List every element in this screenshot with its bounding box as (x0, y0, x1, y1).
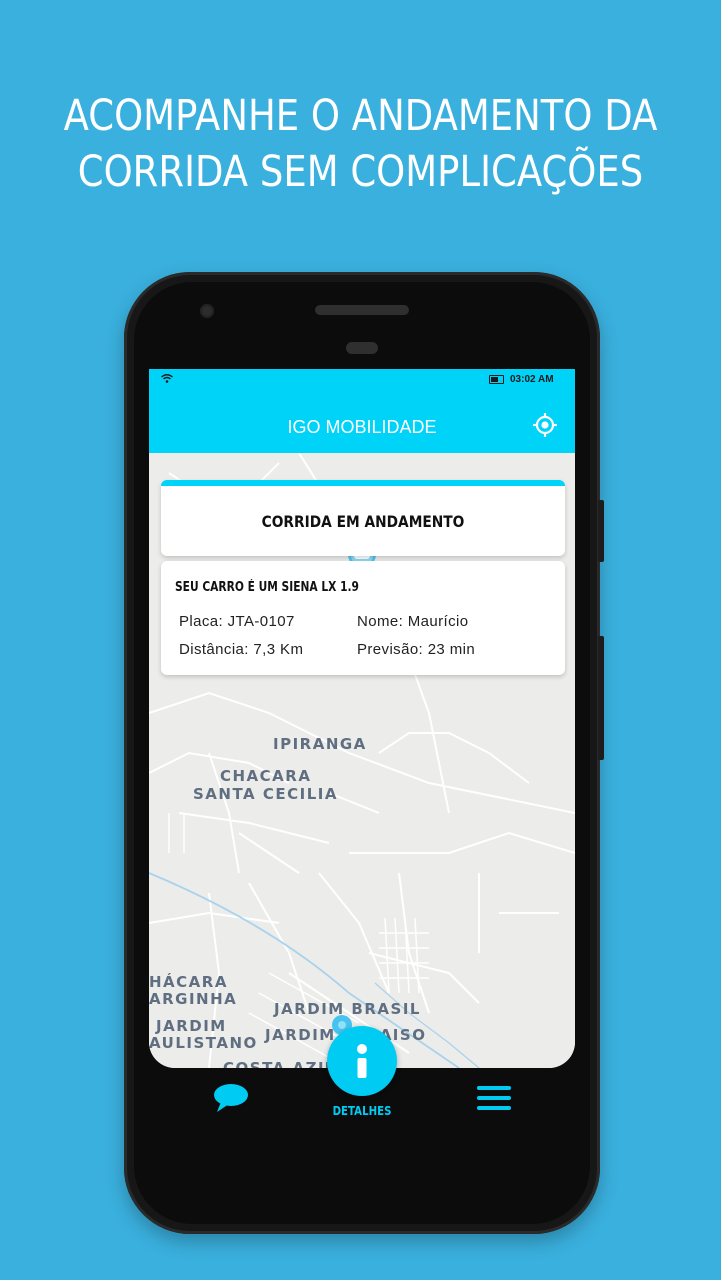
ride-info-card: SEU CARRO É UM SIENA LX 1.9 Placa: JTA-0… (161, 561, 565, 675)
info-icon (357, 1044, 367, 1078)
map-label-ipiranga: IPIRANGA (273, 735, 367, 753)
power-button (598, 500, 604, 562)
app-screen: 03:02 AM IGO MOBILIDADE IPIRANGA CHACARA… (149, 369, 575, 1068)
driver-name-text: Nome: Maurício (357, 613, 469, 630)
map-label-margarinha: ARGINHA (149, 990, 238, 1008)
app-bar: IGO MOBILIDADE (149, 391, 575, 453)
wifi-icon (161, 374, 173, 383)
ride-status-card: CORRIDA EM ANDAMENTO (161, 480, 565, 556)
eta-text: Previsão: 23 min (357, 641, 476, 658)
earpiece-speaker (315, 305, 409, 315)
promo-headline: ACOMPANHE O ANDAMENTO DA CORRIDA SEM COM… (50, 88, 670, 200)
headline-line-2: CORRIDA SEM COMPLICAÇÕES (77, 147, 644, 197)
app-title: IGO MOBILIDADE (287, 417, 437, 437)
car-description: SEU CARRO É UM SIENA LX 1.9 (175, 580, 359, 595)
status-bar: 03:02 AM (149, 369, 575, 391)
map-label-chacara: CHACARA (220, 767, 312, 785)
distance-text: Distância: 7,3 Km (179, 641, 304, 658)
ride-status-text: CORRIDA EM ANDAMENTO (261, 512, 465, 531)
status-time: 03:02 AM (510, 374, 554, 385)
map-label-santa-cecilia: SANTA CECILIA (193, 785, 338, 803)
proximity-sensor (346, 342, 378, 354)
headline-line-1: ACOMPANHE O ANDAMENTO DA (63, 91, 658, 141)
map-label-paulistano: AULISTANO (149, 1034, 258, 1052)
volume-button (598, 636, 604, 760)
map-label-costa-azul: COSTA AZUL (223, 1059, 343, 1068)
front-camera (200, 304, 214, 318)
battery-icon (489, 375, 504, 384)
crosshair-icon[interactable] (531, 411, 559, 439)
plate-text: Placa: JTA-0107 (179, 613, 295, 630)
details-button[interactable] (327, 1026, 397, 1096)
details-label[interactable]: DETALHES (309, 1104, 414, 1118)
map-label-chacara-2: HÁCARA (149, 973, 228, 991)
hamburger-menu-icon[interactable] (477, 1085, 511, 1111)
chat-bubble-icon[interactable] (212, 1082, 250, 1114)
map-label-jardim: JARDIM (156, 1017, 227, 1035)
